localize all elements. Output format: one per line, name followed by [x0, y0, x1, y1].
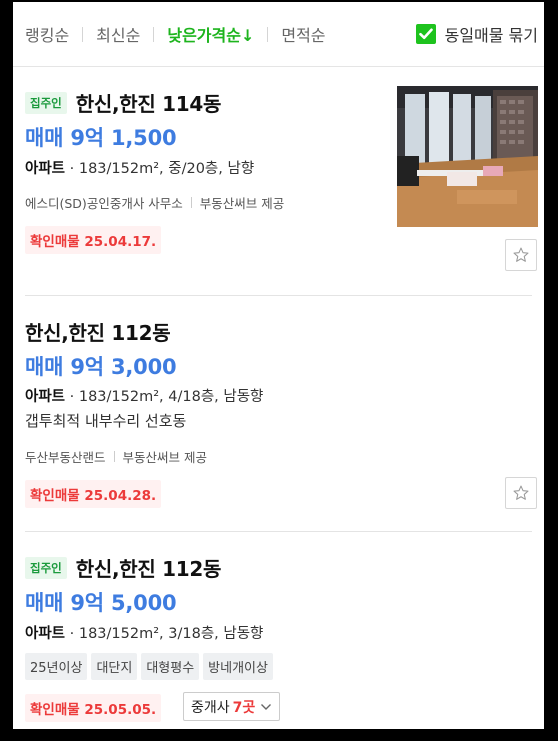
specs-detail: 183/152m², 중/20층, 남향: [78, 161, 255, 177]
star-icon: [513, 247, 529, 262]
agency-source: 부동산써브 제공: [122, 450, 207, 465]
listing-specs: 아파트 · 183/152m², 중/20층, 남향: [25, 157, 254, 178]
star-icon: [513, 485, 529, 500]
property-type: 아파트: [25, 161, 66, 177]
listing-thumbnail-image[interactable]: [397, 86, 538, 227]
owner-badge: 집주인: [25, 91, 67, 114]
agency-info: 에스디(SD)공인중개사 사무소 부동산써브 제공: [25, 193, 284, 212]
listing-title[interactable]: 한신,한진 112동: [25, 317, 171, 346]
listing-title-row: 집주인 한신,한진 114동: [25, 88, 221, 117]
sort-area[interactable]: 면적순: [281, 22, 325, 46]
listing-price: 매매 9억 5,000: [25, 591, 177, 615]
broker-count-button[interactable]: 중개사 7곳: [183, 692, 281, 721]
listing-specs: 아파트 · 183/152m², 3/18층, 남동향: [25, 622, 263, 643]
agency-info: 두산부동산랜드 부동산써브 제공: [25, 447, 207, 466]
feature-tag: 대단지: [91, 653, 138, 680]
listing-price: 매매 9억 3,000: [25, 355, 177, 379]
specs-dot: ·: [65, 626, 79, 642]
owner-badge: 집주인: [25, 556, 67, 579]
same-listing-toggle[interactable]: 동일매물 묶기: [415, 22, 538, 46]
sort-separator: [267, 26, 269, 42]
confirm-badge: 확인매물 25.05.05.: [25, 694, 162, 722]
listing-title-row: 집주인 한신,한진 112동: [25, 553, 221, 582]
specs-dot: ·: [65, 389, 79, 405]
listing-price: 매매 9억 1,500: [25, 126, 177, 150]
listing-title-row: 한신,한진 112동: [25, 317, 171, 346]
agency-separator: [113, 451, 115, 462]
listing-title[interactable]: 한신,한진 112동: [76, 553, 222, 582]
feature-tag: 방네개이상: [203, 653, 273, 680]
favorite-star-button[interactable]: [505, 239, 537, 271]
specs-detail: 183/152m², 3/18층, 남동향: [78, 626, 264, 642]
sort-ranking[interactable]: 랭킹순: [25, 22, 69, 46]
chevron-down-icon: [261, 703, 272, 710]
broker-count: 7곳: [232, 699, 256, 716]
listing-specs: 아파트 · 183/152m², 4/18층, 남동향: [25, 385, 263, 406]
sort-lowest-price[interactable]: 낮은가격순↓: [167, 22, 254, 46]
favorite-star-button[interactable]: [505, 477, 537, 509]
listing-description: 갭투최적 내부수리 선호동: [25, 412, 187, 430]
feature-tags: 25년이상 대단지 대형평수 방네개이상: [25, 653, 277, 680]
sort-separator: [153, 26, 155, 42]
feature-tag: 대형평수: [141, 653, 200, 680]
specs-detail: 183/152m², 4/18층, 남동향: [78, 389, 264, 405]
listing-item[interactable]: 집주인 한신,한진 112동 매매 9억 5,000 아파트 · 183/152…: [13, 532, 544, 729]
checkbox-checked-icon[interactable]: [415, 24, 436, 44]
agency-name: 두산부동산랜드: [25, 450, 106, 465]
feature-tag: 25년이상: [25, 653, 88, 680]
listing-panel: 랭킹순 최신순 낮은가격순↓ 면적순 동일매물 묶기 집주인 한신,한진 114…: [13, 2, 544, 729]
specs-dot: ·: [65, 161, 79, 177]
same-listing-label: 동일매물 묶기: [444, 26, 538, 45]
confirm-badge: 확인매물 25.04.28.: [25, 480, 162, 508]
sort-latest[interactable]: 최신순: [96, 22, 140, 46]
broker-label: 중개사: [191, 699, 230, 716]
confirm-badge: 확인매물 25.04.17.: [25, 226, 162, 254]
agency-source: 부동산써브 제공: [199, 196, 285, 211]
property-type: 아파트: [25, 626, 66, 642]
listing-title[interactable]: 한신,한진 114동: [76, 88, 222, 117]
agency-name: 에스디(SD)공인중개사 사무소: [25, 196, 183, 211]
sort-separator: [82, 26, 84, 42]
agency-separator: [190, 197, 192, 208]
sort-bar: 랭킹순 최신순 낮은가격순↓ 면적순 동일매물 묶기: [13, 2, 544, 67]
property-type: 아파트: [25, 389, 66, 405]
listing-item[interactable]: 한신,한진 112동 매매 9억 3,000 아파트 · 183/152m², …: [13, 296, 544, 532]
